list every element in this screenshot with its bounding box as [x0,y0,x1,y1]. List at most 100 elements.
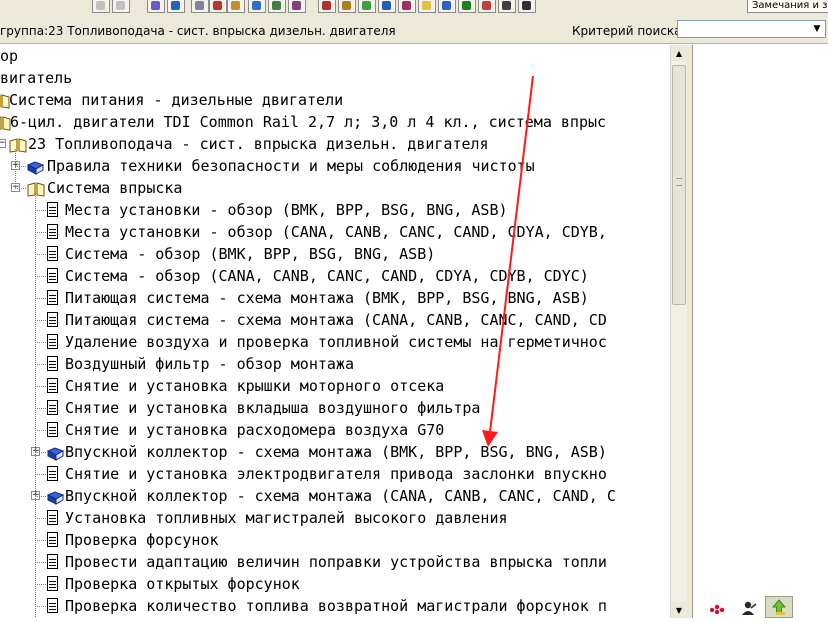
tree-row[interactable]: Проверка открытых форсунок [0,573,670,595]
document-icon [47,422,58,437]
tree-row[interactable]: Воздушный фильтр - обзор монтажа [0,353,670,375]
document-icon [47,378,58,393]
collapse-icon[interactable]: − [0,139,6,148]
tree-row[interactable]: + Впускной коллектор - схема монтажа (CAN… [0,485,670,507]
search-input[interactable] [678,24,813,40]
document-icon [47,202,58,217]
tree-row-label: Система впрыска [47,179,183,197]
tree-row-label: Снятие и установка вкладыша воздушного ф… [65,399,481,417]
toolbar-button[interactable] [418,0,436,13]
tree-connector [35,232,46,233]
chevron-down-icon[interactable]: ▼ [809,21,825,37]
tree-row[interactable]: Проверка форсунок [0,529,670,551]
document-icon [47,334,58,349]
toolbar-button[interactable] [227,0,245,13]
toolbar-button[interactable] [191,0,209,13]
toolbar-button[interactable] [338,0,356,13]
tree-connector [35,430,46,431]
search-criterion-dropdown[interactable]: ▼ [677,20,826,40]
tree-row[interactable]: Провести адаптацию величин поправки устр… [0,551,670,573]
toolbar-button[interactable] [358,0,376,13]
document-icon [47,598,58,613]
tree-connector [35,518,46,519]
tree-row-label: Система - обзор (BMK, BPP, BSG, BNG, ASB… [65,245,436,263]
header-bar: группа:23 Топливоподача - сист. впрыска … [0,16,828,44]
tree-row[interactable]: Питающая система - схема монтажа (CANA, … [0,309,670,331]
flag-icon [342,1,351,10]
tree-row[interactable]: Система питания - дизельные двигатели [0,89,670,111]
scroll-thumb[interactable] [672,65,686,305]
toolbar-button[interactable] [209,0,227,13]
toolbar-button[interactable] [248,0,266,13]
toolbar-button[interactable] [458,0,476,13]
toolbar-button[interactable] [478,0,496,13]
tree-row[interactable]: + Впускной коллектор - схема монтажа (BMK… [0,441,670,463]
tree-connector [35,254,46,255]
tree-row[interactable]: Установка топливных магистралей высокого… [0,507,670,529]
tree-row[interactable]: Снятие и установка электродвигателя прив… [0,463,670,485]
toolbar-button[interactable] [378,0,396,13]
tree-row-label: Снятие и установка расходомера воздуха G… [65,421,445,439]
tree-row[interactable]: Места установки - обзор (BMK, BPP, BSG, … [0,199,670,221]
document-icon [47,356,58,371]
dots-icon[interactable] [703,596,731,618]
bookmark-icon [422,1,431,10]
toolbar-button[interactable] [438,0,456,13]
scroll-down-icon[interactable]: ▼ [671,602,687,618]
tree-row[interactable]: Снятие и установка крышки моторного отсе… [0,375,670,397]
tree-row[interactable]: 6-цил. двигатели TDI Common Rail 2,7 л; … [0,111,670,133]
toolbar-button[interactable] [268,0,286,13]
tree-row-label: 23 Топливоподача - сист. впрыска дизельн… [28,135,489,153]
tree-connector [15,188,26,189]
arrow-icon [442,1,451,10]
tree-row-label: Снятие и установка крышки моторного отсе… [65,377,445,395]
person-icon[interactable] [735,596,763,618]
scroll-up-icon[interactable]: ▲ [671,45,687,61]
toolbar-button[interactable] [167,0,185,13]
tree-row-label: Впускной коллектор - схема монтажа (BMK,… [65,443,607,461]
toolbar-button[interactable] [398,0,416,13]
tree-connector [35,452,46,453]
tree-connector [35,474,46,475]
tree-row[interactable]: Удаление воздуха и проверка топливной си… [0,331,670,353]
tree-row[interactable]: Снятие и установка вкладыша воздушного ф… [0,397,670,419]
toolbar-button[interactable] [318,0,336,13]
toolbar-button[interactable] [92,0,110,13]
toolbar-button[interactable] [147,0,165,13]
right-panel [692,45,828,618]
flag-icon [213,1,222,10]
tree-row-label: Проверка открытых форсунок [65,575,300,593]
print-icon [462,1,471,10]
tree-row[interactable]: + Правила техники безопасности и меры соб… [0,155,670,177]
tree-connector [35,386,46,387]
tree-row-label: Впускной коллектор - схема монтажа (CANA… [65,487,616,505]
tree-row[interactable]: Питающая система - схема монтажа (BMK, B… [0,287,670,309]
document-icon [47,268,58,283]
toolbar-button[interactable] [288,0,306,13]
tree-row[interactable]: Проверка количество топлива возвратной м… [0,595,670,617]
up-arrow-icon[interactable] [765,596,793,618]
toolbar-button[interactable] [518,0,536,13]
tree-row[interactable]: вигатель [0,67,670,89]
tree-row-label: Удаление воздуха и проверка топливной си… [65,333,607,351]
tab-notes-orders[interactable]: Замечания и заказы [747,0,828,13]
arrow-icon [116,1,125,10]
tree-connector [35,540,46,541]
book-closed-icon [46,445,65,461]
tree-row[interactable]: Система - обзор (CANA, CANB, CANC, CAND,… [0,265,670,287]
tree-row[interactable]: Система - обзор (BMK, BPP, BSG, BNG, ASB… [0,243,670,265]
tree-row[interactable]: ор [0,45,670,67]
vertical-scrollbar[interactable]: ▲ ▼ [670,45,687,618]
tree-row[interactable]: Места установки - обзор (CANA, CANB, CAN… [0,221,670,243]
tree-row[interactable]: − Система впрыска [0,177,670,199]
tree-connector [35,298,46,299]
toolbar-button[interactable] [112,0,130,13]
tree-row[interactable]: Снятие и установка расходомера воздуха G… [0,419,670,441]
tree-row[interactable]: − 23 Топливоподача - сист. впрыска дизель… [0,133,670,155]
right-panel-buttons [697,596,828,618]
tree-row-label: вигатель [0,69,73,87]
tree-row-label: Снятие и установка электродвигателя прив… [65,465,607,483]
book-open-icon [9,137,27,153]
tree-row-label: Места установки - обзор (BMK, BPP, BSG, … [65,201,508,219]
toolbar-button[interactable] [498,0,516,13]
